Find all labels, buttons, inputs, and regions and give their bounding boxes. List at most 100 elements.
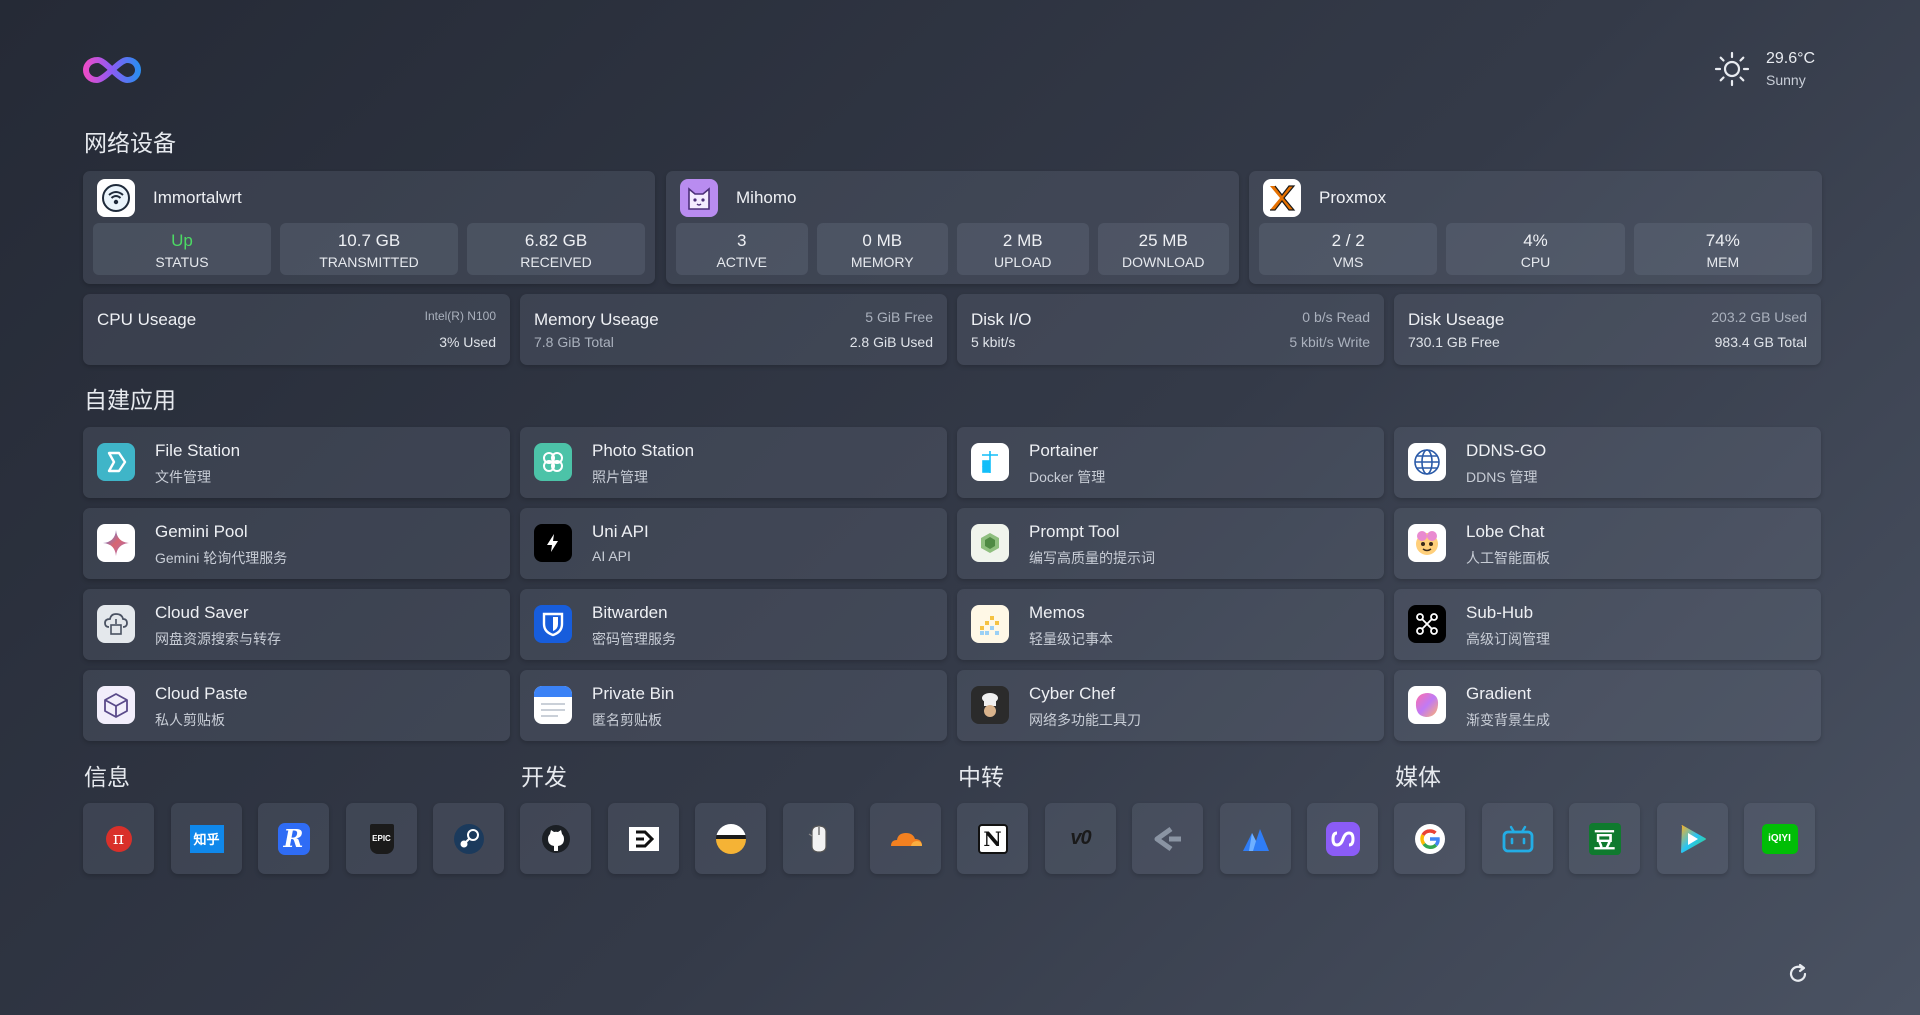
prompt-tool-icon bbox=[971, 524, 1009, 562]
app-file-station[interactable]: File Station 文件管理 bbox=[83, 427, 510, 498]
resource-value: 983.4 GB Total bbox=[1714, 334, 1807, 350]
lobe-chat-icon bbox=[1408, 524, 1446, 562]
shield-icon bbox=[534, 605, 572, 643]
resource-sub: 730.1 GB Free bbox=[1408, 334, 1500, 350]
resource-cpu-usage: CPU Useage Intel(R) N100 3% Used bbox=[83, 294, 510, 365]
app-cloud-paste[interactable]: Cloud Paste 私人剪贴板 bbox=[83, 670, 510, 741]
resource-name: CPU Useage bbox=[97, 310, 197, 329]
app-ddns-go[interactable]: DDNS-GO DDNS 管理 bbox=[1394, 427, 1821, 498]
stat-cpu: 4% CPU bbox=[1446, 223, 1625, 275]
mouse-icon bbox=[808, 824, 827, 853]
temperature: 29.6°C bbox=[1766, 50, 1816, 67]
resource-detail: 5 GiB Free bbox=[865, 309, 933, 325]
app-gradient[interactable]: Gradient 渐变背景生成 bbox=[1394, 670, 1821, 741]
sun-icon bbox=[1714, 51, 1750, 87]
section-title-media: 媒体 bbox=[1395, 764, 1441, 790]
v0-icon: v0 bbox=[1070, 827, 1091, 849]
link-terminal[interactable] bbox=[608, 803, 679, 874]
epic-games-icon: EPIC bbox=[369, 823, 394, 854]
app-cloud-saver[interactable]: Cloud Saver 网盘资源搜索与转存 bbox=[83, 589, 510, 660]
link-infinity-app[interactable] bbox=[1307, 803, 1378, 874]
link-mountain[interactable] bbox=[1220, 803, 1291, 874]
app-cyber-chef[interactable]: Cyber Chef 网络多功能工具刀 bbox=[957, 670, 1384, 741]
notion-icon: N bbox=[977, 823, 1008, 854]
steam-icon bbox=[453, 823, 484, 854]
stat-memory: 0 MB MEMORY bbox=[816, 223, 948, 275]
app-prompt-tool[interactable]: Prompt Tool 编写高质量的提示词 bbox=[957, 508, 1384, 579]
douban-icon: 豆 bbox=[1588, 822, 1621, 855]
app-lobe-chat[interactable]: Lobe Chat 人工智能面板 bbox=[1394, 508, 1821, 579]
file-station-icon bbox=[97, 443, 135, 481]
app-memos[interactable]: Memos 轻量级记事本 bbox=[957, 589, 1384, 660]
resource-sub: 5 kbit/s bbox=[971, 334, 1016, 350]
link-cloudflare[interactable] bbox=[870, 803, 941, 874]
link-mouse[interactable] bbox=[783, 803, 854, 874]
link-zhihu[interactable]: 知乎 bbox=[171, 803, 242, 874]
stat-active: 3 ACTIVE bbox=[676, 223, 808, 275]
link-iqiyi[interactable]: iQIYI bbox=[1744, 803, 1815, 874]
resource-sub: 7.8 GiB Total bbox=[534, 334, 614, 350]
wifi-router-icon bbox=[97, 179, 135, 217]
section-title-info: 信息 bbox=[84, 764, 130, 790]
app-uni-api[interactable]: Uni API AI API bbox=[520, 508, 947, 579]
cloud-saver-icon bbox=[97, 605, 135, 643]
google-icon bbox=[1414, 823, 1445, 854]
github-icon bbox=[541, 824, 570, 853]
stat-vms: 2 / 2 VMS bbox=[1259, 223, 1438, 275]
stat-upload: 2 MB UPLOAD bbox=[957, 223, 1089, 275]
reeder-icon: R bbox=[277, 822, 310, 855]
service-name: Mihomo bbox=[736, 188, 797, 207]
cat-icon bbox=[680, 179, 718, 217]
link-steam[interactable] bbox=[433, 803, 504, 874]
resource-disk-usage: Disk Useage 730.1 GB Free 203.2 GB Used … bbox=[1394, 294, 1821, 365]
weather-condition: Sunny bbox=[1766, 72, 1806, 88]
iqiyi-icon: iQIYI bbox=[1761, 823, 1798, 854]
globe-icon bbox=[1408, 443, 1446, 481]
photo-station-icon bbox=[534, 443, 572, 481]
resource-value: 2.8 GiB Used bbox=[849, 334, 933, 350]
service-card-proxmox[interactable]: Proxmox 2 / 2 VMS 4% CPU 74% MEM bbox=[1249, 171, 1822, 284]
resource-name: Disk Useage bbox=[1408, 310, 1505, 329]
link-chevron[interactable] bbox=[1132, 803, 1203, 874]
refresh-icon[interactable] bbox=[1786, 962, 1810, 986]
gradient-icon bbox=[1408, 686, 1446, 724]
stat-mem: 74% MEM bbox=[1633, 223, 1812, 275]
stat-download: 25 MB DOWNLOAD bbox=[1097, 223, 1229, 275]
app-portainer[interactable]: Portainer Docker 管理 bbox=[957, 427, 1384, 498]
resource-name: Disk I/O bbox=[971, 310, 1032, 329]
link-pi[interactable]: π bbox=[83, 803, 154, 874]
resource-disk-io: Disk I/O 5 kbit/s 0 b/s Read 5 kbit/s Wr… bbox=[957, 294, 1384, 365]
link-github[interactable] bbox=[520, 803, 591, 874]
app-private-bin[interactable]: Private Bin 匿名剪贴板 bbox=[520, 670, 947, 741]
infinity-logo[interactable] bbox=[83, 55, 141, 85]
portainer-icon bbox=[971, 443, 1009, 481]
infinity-icon bbox=[1325, 821, 1360, 856]
gemini-sparkle-icon bbox=[97, 524, 135, 562]
resource-detail: 203.2 GB Used bbox=[1711, 309, 1807, 325]
section-title-apps: 自建应用 bbox=[84, 387, 176, 413]
app-photo-station[interactable]: Photo Station 照片管理 bbox=[520, 427, 947, 498]
service-card-mihomo[interactable]: Mihomo 3 ACTIVE 0 MB MEMORY 2 MB UPLOAD … bbox=[666, 171, 1239, 284]
link-bilibili[interactable] bbox=[1482, 803, 1553, 874]
cloudflare-icon bbox=[890, 832, 922, 846]
link-notion[interactable]: N bbox=[957, 803, 1028, 874]
link-v0[interactable]: v0 bbox=[1045, 803, 1116, 874]
app-bitwarden[interactable]: Bitwarden 密码管理服务 bbox=[520, 589, 947, 660]
chef-icon bbox=[971, 686, 1009, 724]
link-video-play[interactable] bbox=[1657, 803, 1728, 874]
service-name: Proxmox bbox=[1319, 188, 1387, 207]
resource-detail: Intel(R) N100 bbox=[424, 309, 496, 323]
app-sub-hub[interactable]: Sub-Hub 高级订阅管理 bbox=[1394, 589, 1821, 660]
app-gemini-pool[interactable]: Gemini Pool Gemini 轮询代理服务 bbox=[83, 508, 510, 579]
link-epic-games[interactable]: EPIC bbox=[346, 803, 417, 874]
stat-transmitted: 10.7 GB TRANSMITTED bbox=[280, 223, 458, 275]
stat-received: 6.82 GB RECEIVED bbox=[467, 223, 645, 275]
resource-value: 3% Used bbox=[439, 334, 496, 350]
link-bar[interactable] bbox=[695, 803, 766, 874]
service-card-immortalwrt[interactable]: Immortalwrt Up STATUS 10.7 GB TRANSMITTE… bbox=[83, 171, 655, 284]
service-name: Immortalwrt bbox=[153, 188, 242, 207]
link-reeder[interactable]: R bbox=[258, 803, 329, 874]
link-google[interactable] bbox=[1394, 803, 1465, 874]
link-douban[interactable]: 豆 bbox=[1569, 803, 1640, 874]
box-icon bbox=[97, 686, 135, 724]
